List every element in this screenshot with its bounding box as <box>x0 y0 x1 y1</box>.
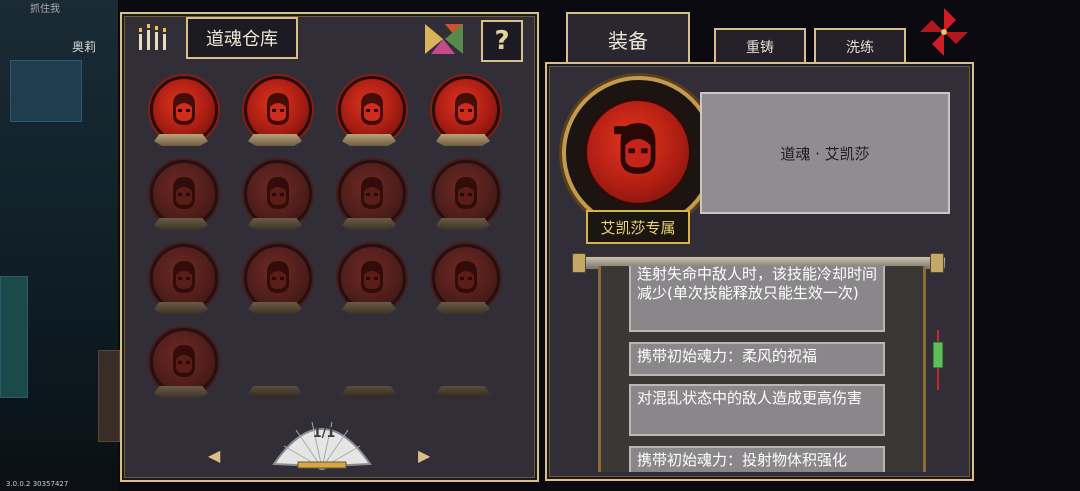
character-face-icon <box>167 343 201 381</box>
player-name: 奥莉 <box>72 40 97 54</box>
world-tile <box>10 60 82 122</box>
soul-slot-locked[interactable] <box>430 160 500 232</box>
orb-stand <box>154 386 208 398</box>
orb-stand <box>154 134 208 146</box>
soul-orb <box>244 160 312 228</box>
effect-item: 携带初始魂力：柔风的祝福 <box>629 342 885 376</box>
soul-slot[interactable] <box>148 76 218 148</box>
character-face-icon <box>261 91 295 129</box>
orb-stand <box>342 134 396 146</box>
soul-orb <box>432 160 500 228</box>
page-fan-icon <box>272 421 372 470</box>
orb-stand <box>436 134 490 146</box>
character-face-icon <box>261 259 295 297</box>
world-tile <box>98 350 120 442</box>
exclusive-tag: 艾凯莎专属 <box>586 210 690 244</box>
character-face-icon <box>449 175 483 213</box>
empty-slot <box>436 386 490 398</box>
soul-orb <box>432 244 500 312</box>
orb-stand <box>248 134 302 146</box>
soul-slot-locked[interactable] <box>242 160 312 232</box>
soul-orb <box>338 244 406 312</box>
orb-stand <box>154 302 208 314</box>
character-face-icon <box>167 91 201 129</box>
soul-portrait <box>584 98 692 206</box>
tangram-sort-icon[interactable] <box>423 20 465 58</box>
page-indicator: 1/1 <box>312 426 336 441</box>
soul-orb <box>150 328 218 396</box>
scroll-knob-left <box>572 253 586 273</box>
soul-orb <box>150 244 218 312</box>
soul-orb <box>338 76 406 144</box>
empty-slot <box>248 386 302 398</box>
orb-stand <box>342 218 396 230</box>
tab-equip[interactable]: 装备 <box>566 12 690 64</box>
soul-slot-locked[interactable] <box>336 160 406 232</box>
soul-slot[interactable] <box>242 76 312 148</box>
soul-slot-locked[interactable] <box>148 328 218 400</box>
game-background: 抓住我 奥莉 <box>0 0 120 491</box>
effect-item: 携带初始魂力：投射物体积强化 <box>629 446 885 472</box>
character-face-icon <box>449 91 483 129</box>
character-face-icon <box>355 91 389 129</box>
soul-slot-locked[interactable] <box>148 160 218 232</box>
soul-slot[interactable] <box>430 76 500 148</box>
soul-slot-locked[interactable] <box>148 244 218 316</box>
soul-orb <box>150 160 218 228</box>
pinwheel-icon <box>920 8 968 56</box>
character-face-icon <box>355 175 389 213</box>
world-tile <box>0 276 28 398</box>
soul-orb <box>150 76 218 144</box>
candles-icon <box>139 24 166 50</box>
soul-orb <box>338 160 406 228</box>
orb-stand <box>342 302 396 314</box>
version-label: 3.0.0.2 30357427 <box>6 480 69 488</box>
character-face-icon <box>167 175 201 213</box>
empty-slot <box>342 386 396 398</box>
jade-tassel-icon <box>932 330 944 390</box>
next-page-button[interactable]: ▶ <box>418 446 430 465</box>
effect-item: 连射失命中敌人时，该技能冷却时间减少(单次技能释放只能生效一次) <box>629 266 885 332</box>
prev-page-button[interactable]: ◀ <box>208 446 220 465</box>
orb-stand <box>154 218 208 230</box>
soul-orb <box>244 244 312 312</box>
character-face-icon <box>355 259 389 297</box>
soul-orb <box>244 76 312 144</box>
soul-slot-locked[interactable] <box>430 244 500 316</box>
orb-stand <box>436 218 490 230</box>
help-button[interactable]: ? <box>481 20 523 62</box>
world-label: 抓住我 <box>30 4 60 15</box>
soul-name-box: 道魂 · 艾凯莎 <box>700 92 950 214</box>
tab-wash[interactable]: 洗练 <box>814 28 906 64</box>
character-face-icon <box>614 123 656 174</box>
character-face-icon <box>167 259 201 297</box>
soul-orb <box>432 76 500 144</box>
orb-stand <box>248 218 302 230</box>
tab-recast[interactable]: 重铸 <box>714 28 806 64</box>
orb-stand <box>248 302 302 314</box>
storage-title: 道魂仓库 <box>186 17 298 59</box>
soul-slot[interactable] <box>336 76 406 148</box>
soul-name: 道魂 · 艾凯莎 <box>780 144 870 163</box>
effects-scroll[interactable]: 连射失命中敌人时，该技能冷却时间减少(单次技能释放只能生效一次) 携带初始魂力：… <box>598 266 926 472</box>
character-face-icon <box>449 259 483 297</box>
effect-item: 对混乱状态中的敌人造成更高伤害 <box>629 384 885 436</box>
character-face-icon <box>261 175 295 213</box>
orb-stand <box>436 302 490 314</box>
scroll-knob-right <box>930 253 944 273</box>
soul-slot-locked[interactable] <box>242 244 312 316</box>
soul-slot-locked[interactable] <box>336 244 406 316</box>
